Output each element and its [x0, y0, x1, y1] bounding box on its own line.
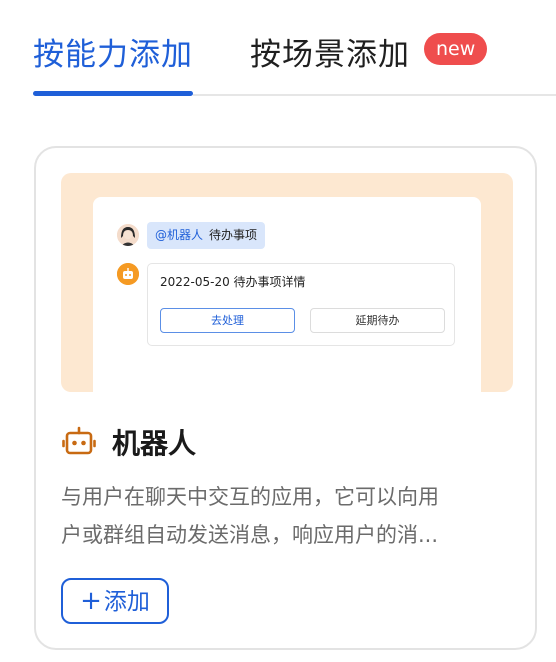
add-button-label: 添加: [103, 589, 150, 615]
postpone-button: 延期待办: [310, 308, 445, 333]
tabs-divider: [193, 94, 556, 96]
active-tab-indicator: [33, 91, 193, 96]
preview-chat-window: @机器人 待办事项 2022-05-20 待办事项详情 去处理 延期待办: [93, 197, 481, 392]
process-button: 去处理: [160, 308, 295, 333]
add-button[interactable]: +添加: [61, 578, 169, 624]
message-title: 2022-05-20 待办事项详情: [160, 275, 306, 289]
card-title: 机器人: [112, 427, 197, 460]
new-badge: new: [424, 33, 488, 65]
tab-by-scenario[interactable]: 按场景添加: [250, 29, 410, 74]
message-card: 2022-05-20 待办事项详情 去处理 延期待办: [147, 263, 455, 346]
plus-icon: +: [80, 586, 102, 616]
robot-capability-card[interactable]: @机器人 待办事项 2022-05-20 待办事项详情 去处理 延期待办 机器人…: [34, 146, 537, 650]
description-line: 户或群组自动发送消息，响应用户的消...: [61, 523, 439, 547]
robot-icon: [61, 424, 97, 460]
avatar: [117, 224, 139, 246]
tab-bar: 按能力添加 按场景添加 new: [0, 0, 556, 97]
mention-tag: @机器人: [155, 228, 204, 242]
mention-text: 待办事项: [209, 228, 258, 242]
description-line: 与用户在聊天中交互的应用，它可以向用: [61, 485, 439, 509]
robot-avatar-icon: [117, 263, 139, 285]
tab-by-capability[interactable]: 按能力添加: [33, 29, 193, 74]
card-description: 与用户在聊天中交互的应用，它可以向用 户或群组自动发送消息，响应用户的消...: [61, 478, 516, 554]
preview-image: @机器人 待办事项 2022-05-20 待办事项详情 去处理 延期待办: [61, 173, 513, 392]
mention-message: @机器人 待办事项: [147, 222, 266, 249]
